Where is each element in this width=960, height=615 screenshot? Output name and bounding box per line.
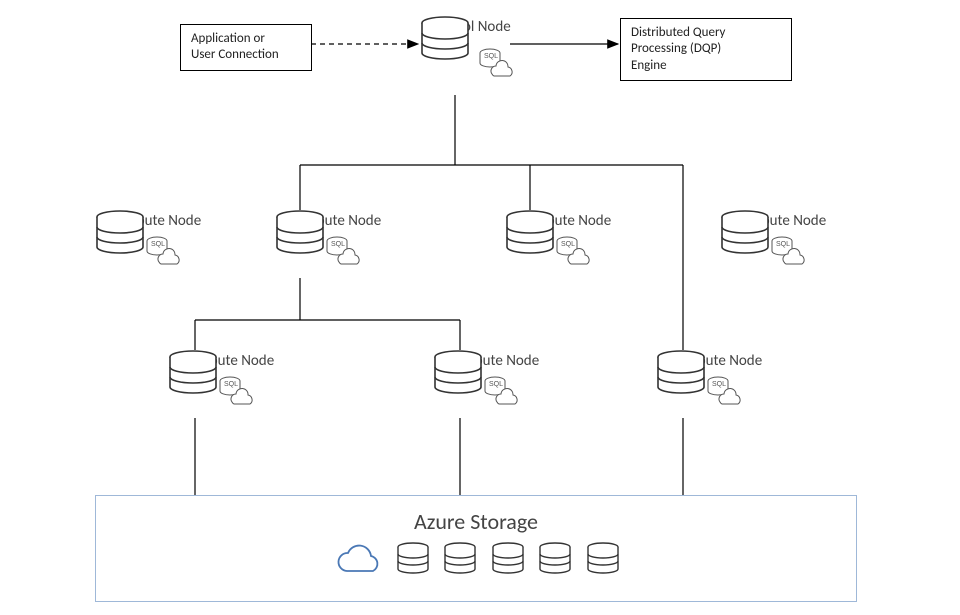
database-icon	[656, 350, 706, 396]
database-icon	[275, 210, 325, 256]
svg-text:SQL: SQL	[484, 53, 498, 60]
dqp-box: Distributed Query Processing (DQP) Engin…	[620, 18, 792, 81]
database-icon	[442, 542, 478, 576]
diagram-canvas: { "top": { "app_box": "Application or\nU…	[0, 0, 960, 615]
svg-text:SQL: SQL	[224, 381, 238, 388]
compute-node: SQL Compute Node	[168, 350, 288, 370]
sql-cloud-icon: SQL	[218, 376, 258, 410]
azure-storage-box: Azure Storage	[95, 495, 857, 602]
compute-node: SQL Compute Node	[720, 210, 840, 230]
database-icon	[168, 350, 218, 396]
storage-icons-row	[96, 541, 856, 577]
compute-node: SQL Compute Node	[656, 350, 776, 370]
compute-node: SQL Compute Node	[433, 350, 553, 370]
database-icon	[395, 542, 431, 576]
sql-cloud-icon: SQL	[325, 236, 365, 270]
database-icon	[433, 350, 483, 396]
sql-cloud-icon: SQL	[706, 376, 746, 410]
azure-storage-title: Azure Storage	[96, 496, 856, 535]
app-connection-box: Application or User Connection	[180, 24, 312, 71]
svg-text:SQL: SQL	[712, 381, 726, 388]
svg-text:SQL: SQL	[776, 241, 790, 248]
sql-cloud-icon: SQL	[483, 376, 523, 410]
svg-text:SQL: SQL	[331, 241, 345, 248]
database-icon	[95, 210, 145, 256]
dqp-text: Distributed Query Processing (DQP) Engin…	[631, 25, 725, 73]
sql-cloud-icon: SQL	[770, 236, 810, 270]
svg-text:SQL: SQL	[561, 241, 575, 248]
database-icon	[420, 16, 470, 62]
cloud-icon	[331, 541, 383, 577]
compute-node: SQL Compute Node	[275, 210, 395, 230]
database-icon	[505, 210, 555, 256]
svg-text:SQL: SQL	[489, 381, 503, 388]
database-icon	[537, 542, 573, 576]
sql-cloud-icon: SQL	[478, 48, 518, 82]
app-connection-text: Application or User Connection	[191, 31, 279, 62]
compute-node: SQL Compute Node	[95, 210, 215, 230]
database-icon	[720, 210, 770, 256]
compute-node: SQL Compute Node	[505, 210, 625, 230]
control-node: SQL Control Node	[420, 16, 520, 36]
sql-cloud-icon: SQL	[555, 236, 595, 270]
svg-text:SQL: SQL	[151, 241, 165, 248]
database-icon	[585, 542, 621, 576]
sql-cloud-icon: SQL	[145, 236, 185, 270]
database-icon	[490, 542, 526, 576]
